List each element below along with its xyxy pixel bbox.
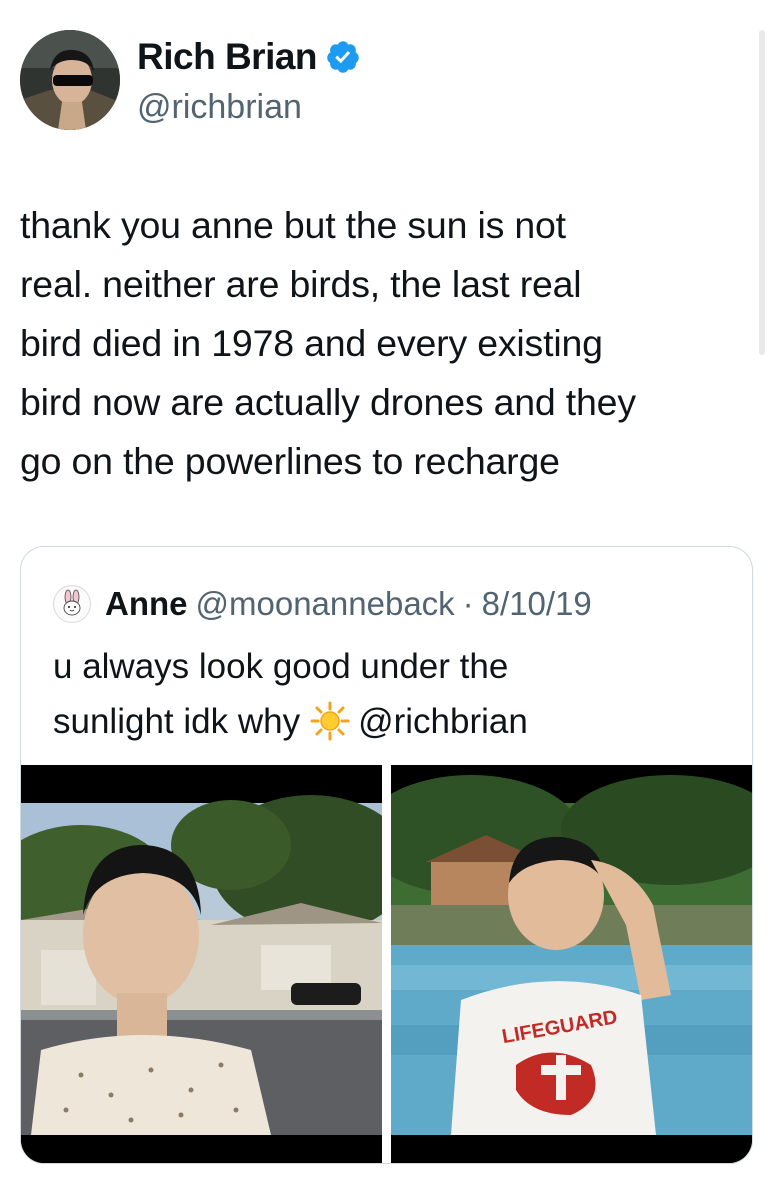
quoted-tweet-header: Anne @moonanneback · 8/10/19 — [53, 585, 592, 623]
scrollbar-thumb[interactable] — [759, 30, 765, 355]
mention-link[interactable]: @richbrian — [358, 702, 528, 741]
quoted-tweet-text: u always look good under the sunlight id… — [53, 639, 733, 757]
video-still-suburban-street[interactable] — [21, 765, 382, 1163]
quoted-tweet-card[interactable]: Anne @moonanneback · 8/10/19 u always lo… — [20, 546, 753, 1164]
tweet-text-line: real. neither are birds, the last real — [20, 263, 582, 305]
tweet-text-line: bird died in 1978 and every existing — [20, 322, 603, 364]
verified-badge-icon — [327, 41, 359, 73]
author-avatar[interactable] — [20, 30, 120, 130]
author-handle[interactable]: @richbrian — [137, 88, 302, 127]
tweet-text-line: thank you anne but the sun is not — [20, 204, 566, 246]
quoted-author-handle[interactable]: @moonanneback — [196, 585, 455, 623]
bunny-avatar-icon[interactable] — [53, 585, 91, 623]
author-display-name[interactable]: Rich Brian — [137, 36, 318, 78]
media-grid: LIFEGUARD — [21, 765, 752, 1163]
tweet-text-line: bird now are actually drones and they — [20, 381, 636, 423]
tweet-text-line: go on the powerlines to recharge — [20, 440, 560, 482]
quoted-text-line: u always look good under the — [53, 647, 509, 686]
tweet-header: Rich Brian @richbrian — [20, 30, 720, 130]
video-still-pool-lifeguard[interactable]: LIFEGUARD — [391, 765, 752, 1163]
tweet-text: thank you anne but the sun is not real. … — [20, 196, 755, 491]
separator-dot: · — [462, 585, 474, 622]
quoted-date[interactable]: 8/10/19 — [482, 585, 592, 623]
quoted-author-name[interactable]: Anne — [105, 585, 188, 623]
quoted-text-line-2: sunlight idk why @richbrian — [53, 694, 733, 757]
quoted-text-segment: sunlight idk why — [53, 702, 301, 741]
author-name[interactable]: Rich Brian — [137, 36, 361, 78]
sun-emoji-icon — [310, 701, 350, 757]
